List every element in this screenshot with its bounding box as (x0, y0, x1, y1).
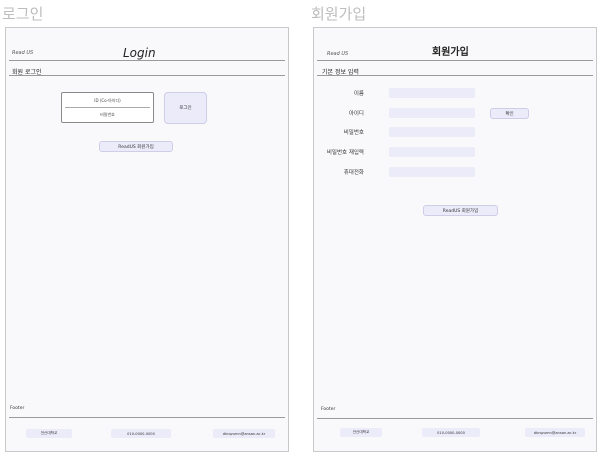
password-input[interactable]: 비밀번호 (62, 112, 153, 118)
name-input[interactable] (389, 88, 475, 98)
password-label: 비밀번호 (343, 130, 364, 136)
brand-logo: Read US (327, 51, 349, 57)
id-label: 아이디 (348, 111, 364, 117)
footer-label: Footer (10, 406, 25, 411)
signup-frame: Read US 회원가입 기본 정보 입력 이름 아이디 확인 비밀번호 비밀번… (313, 27, 597, 452)
name-label: 이름 (353, 91, 364, 97)
signup-button[interactable]: ReadUS 회원가입 (99, 141, 173, 152)
section-divider (317, 75, 593, 76)
footer-phone: 010-0000-0000 (111, 429, 171, 438)
page-title: Login (123, 46, 156, 60)
password-input[interactable] (389, 127, 475, 137)
footer-school: 안산대학교 (340, 428, 382, 437)
page-title: 회원가입 (432, 47, 469, 58)
footer-school: 전산대학교 (26, 429, 72, 438)
password-confirm-label: 비밀번호 재입력 (326, 150, 364, 156)
footer-email[interactable]: dkrqzumn@ansan.ac.kr (213, 429, 275, 438)
footer-divider (317, 418, 593, 419)
id-input[interactable] (389, 108, 475, 118)
login-section-title: 로그인 (2, 5, 44, 23)
section-divider (9, 75, 285, 76)
header-divider (317, 60, 593, 61)
id-input[interactable]: ID (Co-아이디) (62, 98, 153, 104)
password-confirm-input[interactable] (389, 147, 475, 157)
brand-logo: Read US (12, 50, 34, 56)
footer-divider (9, 417, 285, 418)
login-button[interactable]: 로그인 (164, 92, 207, 124)
signup-section-title: 회원가입 (311, 5, 367, 23)
footer-phone: 010-0000-0000 (422, 428, 480, 437)
phone-input[interactable] (389, 167, 475, 177)
header-divider (9, 60, 285, 61)
footer-label: Footer (321, 407, 336, 412)
login-credentials-box: ID (Co-아이디) 비밀번호 (61, 92, 154, 123)
login-frame: Read US Login 회원 로그인 ID (Co-아이디) 비밀번호 로그… (5, 27, 289, 452)
id-confirm-button[interactable]: 확인 (490, 108, 529, 119)
phone-label: 휴대전화 (343, 170, 364, 176)
input-divider (65, 107, 150, 108)
signup-submit-button[interactable]: ReadUS 회원가입 (423, 205, 498, 216)
footer-email[interactable]: dkrqzumn@ansan.ac.kr (525, 428, 585, 437)
